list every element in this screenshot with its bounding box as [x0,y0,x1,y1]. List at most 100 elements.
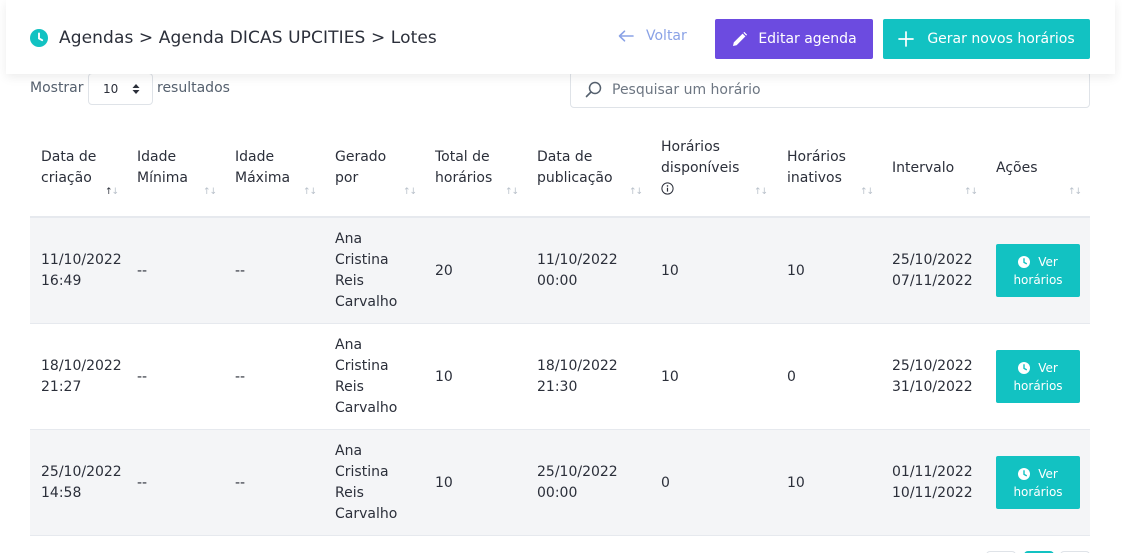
column-header-generated-by[interactable]: Gerado por ↑↓ [335,118,425,218]
column-header-created[interactable]: Data de criação ↑↓ [41,118,131,218]
column-header-published[interactable]: Data de publicação ↑↓ [537,118,647,218]
sort-icon: ↑↓ [754,187,768,197]
page-size-value: 10 [103,82,119,96]
cell-inactive: 0 [787,368,796,385]
column-header-interval[interactable]: Intervalo ↑↓ [892,118,987,218]
view-schedules-label-2: horários [1013,484,1063,499]
breadcrumb-text: Agendas > Agenda DICAS UPCITIES > Lotes [59,28,437,48]
lotes-table: Data de criação ↑↓ Idade Mínima ↑↓ Idade… [30,118,1090,536]
cell-generated-by: Ana Cristina Reis Carvalho [335,337,398,416]
interval-start: 25/10/2022 [892,358,973,374]
pencil-icon [733,31,748,46]
back-button[interactable]: Voltar [618,28,687,44]
sort-icon: ↑↓ [860,187,874,197]
back-label: Voltar [646,28,687,44]
interval-end: 07/11/2022 [892,273,973,289]
clock-icon [1018,361,1031,374]
cell-inactive: 10 [787,474,805,491]
interval-end: 31/10/2022 [892,379,973,395]
page-size-select[interactable]: 10 [88,73,153,105]
cell-interval: 01/11/2022 10/11/2022 [892,430,973,536]
cell-created: 25/10/2022 14:58 [41,464,122,501]
column-label: Idade Mínima [137,149,188,186]
sort-caret-icon [132,84,140,94]
table-row: 25/10/2022 14:58 -- -- Ana Cristina Reis… [30,430,1090,536]
edit-agenda-label: Editar agenda [758,31,857,47]
column-header-min-age[interactable]: Idade Mínima ↑↓ [137,118,225,218]
generate-schedules-button[interactable]: Gerar novos horários [883,19,1090,59]
clock-icon [1018,467,1031,480]
cell-created: 18/10/2022 21:27 [41,358,122,395]
view-schedules-button[interactable]: Ver horários [996,244,1080,297]
cell-min-age: -- [137,368,148,385]
column-label: Ações [996,159,1038,176]
view-schedules-button[interactable]: Ver horários [996,350,1080,403]
column-label: Horários disponíveis [661,137,749,200]
sort-icon: ↑↓ [303,187,317,197]
cell-min-age: -- [137,262,148,279]
sort-icon: ↑↓ [105,187,119,197]
column-label: Total de horários [435,149,493,186]
breadcrumb: Agendas > Agenda DICAS UPCITIES > Lotes [30,28,437,48]
sort-icon: ↑↓ [629,187,643,197]
edit-agenda-button[interactable]: Editar agenda [715,19,873,59]
column-header-actions[interactable]: Ações ↑↓ [996,118,1088,218]
cell-generated-by: Ana Cristina Reis Carvalho [335,231,398,310]
view-schedules-label-2: horários [1013,378,1063,393]
view-schedules-button[interactable]: Ver horários [996,456,1080,509]
table-row: 18/10/2022 21:27 -- -- Ana Cristina Reis… [30,324,1090,430]
view-schedules-label-2: horários [1013,272,1063,287]
cell-published: 18/10/2022 21:30 [537,358,618,395]
results-label: resultados [157,80,230,96]
column-label: Horários inativos [787,149,846,186]
cell-inactive: 10 [787,262,805,279]
sort-icon: ↑↓ [964,187,978,197]
cell-max-age: -- [235,262,246,279]
cell-max-age: -- [235,368,246,385]
info-icon [661,182,674,195]
cell-total: 10 [435,368,453,385]
column-header-total[interactable]: Total de horários ↑↓ [435,118,527,218]
sort-icon: ↑↓ [403,187,417,197]
cell-min-age: -- [137,474,148,491]
cell-published: 11/10/2022 00:00 [537,252,618,289]
cell-generated-by: Ana Cristina Reis Carvalho [335,443,398,522]
cell-created: 11/10/2022 16:49 [41,252,122,289]
cell-max-age: -- [235,474,246,491]
search-icon [585,81,602,98]
column-label: Intervalo [892,159,955,176]
arrow-left-icon [618,30,634,42]
table-row: 11/10/2022 16:49 -- -- Ana Cristina Reis… [30,218,1090,324]
column-label: Data de publicação [537,149,613,186]
view-schedules-label-1: Ver [1038,254,1058,269]
column-label: Idade Máxima [235,149,291,186]
interval-end: 10/11/2022 [892,485,973,501]
cell-total: 20 [435,262,453,279]
sort-icon: ↑↓ [1068,187,1082,197]
sort-icon: ↑↓ [203,187,217,197]
show-label: Mostrar [30,80,84,96]
column-label: Data de criação [41,149,97,186]
plus-icon [898,31,915,47]
lotes-page: Agendas > Agenda DICAS UPCITIES > Lotes … [0,0,1122,553]
column-header-max-age[interactable]: Idade Máxima ↑↓ [235,118,325,218]
clock-icon [30,29,48,47]
interval-start: 01/11/2022 [892,464,973,480]
cell-available: 0 [661,474,670,491]
clock-icon [1018,255,1031,268]
cell-published: 25/10/2022 00:00 [537,464,618,501]
table-header: Data de criação ↑↓ Idade Mínima ↑↓ Idade… [30,118,1090,218]
search-input[interactable] [612,81,1062,98]
search-box[interactable] [570,71,1090,108]
sort-icon: ↑↓ [505,187,519,197]
view-schedules-label-1: Ver [1038,360,1058,375]
page-header: Agendas > Agenda DICAS UPCITIES > Lotes … [6,0,1115,74]
column-label: Gerado por [335,149,387,186]
column-header-inactive[interactable]: Horários inativos ↑↓ [787,118,882,218]
generate-schedules-label: Gerar novos horários [927,31,1075,47]
cell-total: 10 [435,474,453,491]
column-label-text: Horários disponíveis [661,138,740,176]
cell-interval: 25/10/2022 07/11/2022 [892,218,973,324]
column-header-available[interactable]: Horários disponíveis ↑↓ [661,118,776,218]
cell-interval: 25/10/2022 31/10/2022 [892,324,973,430]
